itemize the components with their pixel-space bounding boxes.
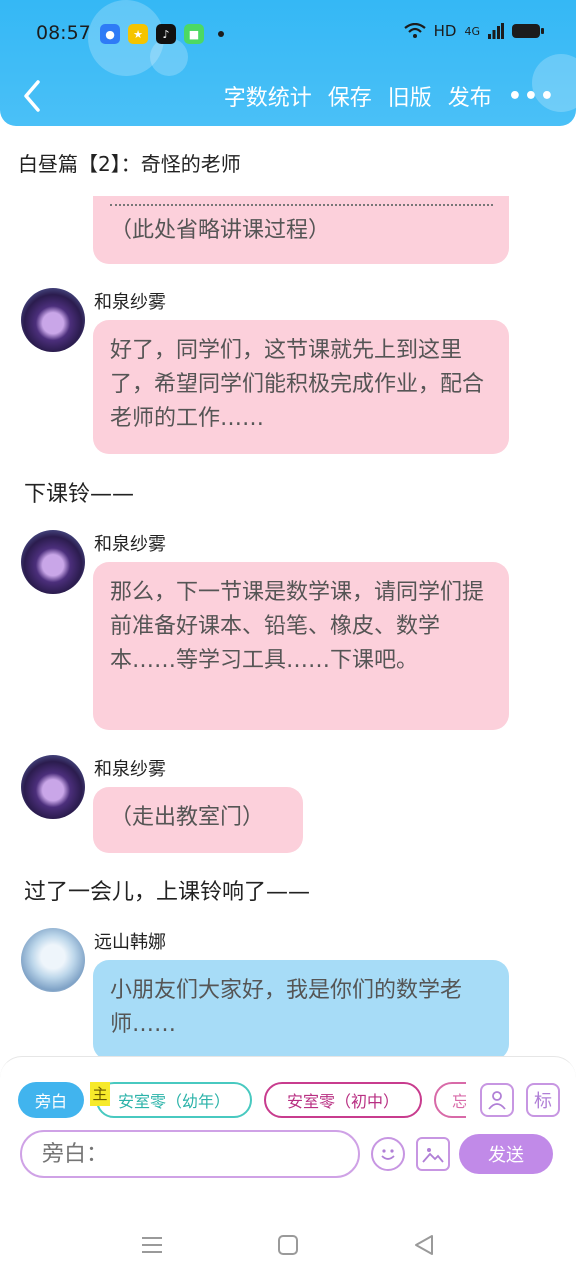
avatar[interactable]	[21, 288, 85, 352]
emoji-button[interactable]	[371, 1137, 405, 1171]
home-nav-button[interactable]	[272, 1230, 304, 1260]
role-chip-more[interactable]: 忘	[434, 1082, 466, 1118]
message-text: 那么，下一节课是数学课，请同学们提前准备好课本、铅笔、橡皮、数学本……等学习工具…	[110, 580, 485, 673]
old-version-button[interactable]: 旧版	[388, 80, 432, 112]
status-bar: 08:57 ● ★ ♪ ■ HD 4G	[0, 14, 576, 54]
more-menu-button[interactable]: •••	[508, 84, 556, 109]
game-app-icon: ★	[128, 24, 148, 44]
message-text: （走出教室门）	[110, 805, 265, 830]
chapter-title: 白昼篇【2】：奇怪的老师	[18, 152, 241, 176]
image-button[interactable]	[416, 1137, 450, 1171]
speaker-name: 远山韩娜	[94, 932, 166, 953]
menu-nav-button[interactable]	[136, 1230, 168, 1260]
save-button[interactable]: 保存	[328, 80, 372, 112]
message-text: 好了，同学们，这节课就先上到这里了，希望同学们能积极完成作业，配合老师的工作……	[110, 338, 485, 431]
role-chip-amuro-middle[interactable]: 安室零（初中）	[264, 1082, 422, 1118]
publish-button[interactable]: 发布	[448, 80, 492, 112]
image-icon	[422, 1148, 444, 1163]
message-bubble[interactable]: 小朋友们大家好，我是你们的数学老师……	[93, 960, 509, 1060]
role-selector: 旁白 安室零（幼年） 安室零（初中） 忘	[18, 1079, 466, 1119]
back-button[interactable]	[18, 76, 48, 116]
message-text: （此处省略讲课过程）	[110, 218, 331, 243]
hamburger-icon	[142, 1237, 162, 1253]
smiley-icon	[381, 1149, 395, 1160]
triangle-back-icon	[415, 1235, 433, 1255]
dialogue-input[interactable]	[20, 1130, 360, 1178]
notification-icons: ● ★ ♪ ■	[100, 24, 224, 44]
battery-icon	[512, 24, 544, 38]
role-chip-amuro-child[interactable]: 安室零（幼年）	[96, 1082, 252, 1118]
toolbar-actions: 字数统计 保存 旧版 发布 •••	[224, 80, 556, 112]
more-notifications-icon	[218, 31, 224, 37]
message-bubble[interactable]: 好了，同学们，这节课就先上到这里了，希望同学们能积极完成作业，配合老师的工作……	[93, 320, 509, 454]
speaker-name: 和泉纱雾	[94, 759, 166, 780]
character-button[interactable]	[480, 1083, 514, 1117]
narration-text[interactable]: 过了一会儿，上课铃响了——	[24, 874, 310, 906]
chevron-left-icon	[24, 80, 40, 112]
message-app-icon: ■	[184, 24, 204, 44]
signal-type-label: 4G	[464, 24, 480, 38]
word-count-button[interactable]: 字数统计	[224, 80, 312, 112]
avatar[interactable]	[21, 755, 85, 819]
square-home-icon	[278, 1235, 298, 1255]
back-nav-button[interactable]	[408, 1230, 440, 1260]
send-button[interactable]: 发送	[459, 1134, 553, 1174]
message-text: 小朋友们大家好，我是你们的数学老师……	[110, 978, 463, 1037]
speaker-name: 和泉纱雾	[94, 534, 166, 555]
message-bubble[interactable]: （此处省略讲课过程）	[93, 196, 509, 264]
role-chip-narration[interactable]: 旁白	[18, 1082, 84, 1118]
wifi-icon	[403, 23, 426, 38]
person-icon	[488, 1091, 506, 1110]
status-time: 08:57	[36, 22, 91, 44]
avatar[interactable]	[21, 530, 85, 594]
message-bubble[interactable]: 那么，下一节课是数学课，请同学们提前准备好课本、铅笔、橡皮、数学本……等学习工具…	[93, 562, 509, 730]
main-role-tag: 主	[90, 1082, 110, 1106]
avatar[interactable]	[21, 928, 85, 992]
signal-icon	[488, 23, 504, 39]
message-bubble[interactable]: （走出教室门）	[93, 787, 303, 853]
status-right: HD 4G	[403, 22, 544, 40]
chat-app-icon: ●	[100, 24, 120, 44]
video-app-icon: ♪	[156, 24, 176, 44]
speaker-name: 和泉纱雾	[94, 292, 166, 313]
tag-button[interactable]: 标	[526, 1083, 560, 1117]
dotted-divider	[110, 204, 493, 206]
narration-text[interactable]: 下课铃——	[24, 476, 134, 508]
system-nav-bar	[0, 1210, 576, 1280]
app-header: 08:57 ● ★ ♪ ■ HD 4G 字数统计 保存 旧版 发布 •••	[0, 0, 576, 126]
network-type-label: HD	[433, 22, 457, 40]
